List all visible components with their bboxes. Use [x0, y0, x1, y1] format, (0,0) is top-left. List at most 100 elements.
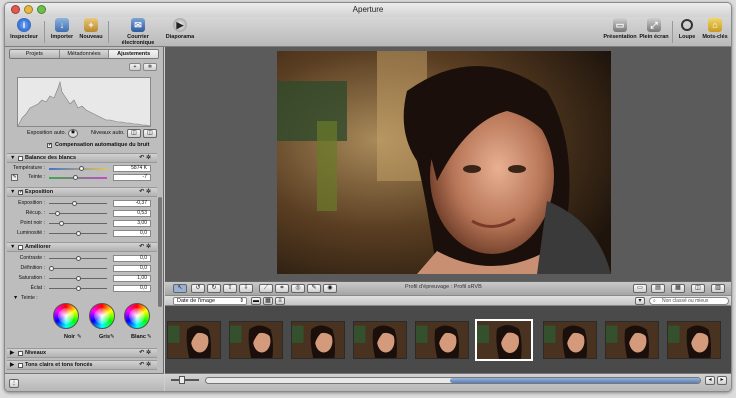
auto-levels-rgb-button[interactable]: ◫	[143, 129, 157, 138]
red-eye-icon[interactable]: ◉	[323, 284, 337, 293]
spot-patch-icon[interactable]: ◎	[291, 284, 305, 293]
search-field[interactable]: ⌕ Non classé ou mieux	[649, 297, 729, 305]
levels-section[interactable]: ▶ Niveaux ↶ ✲	[7, 348, 157, 358]
shadows-checkbox[interactable]	[18, 363, 23, 368]
filmstrip-thumbnail[interactable]	[415, 321, 469, 359]
brush-icon[interactable]: ✎	[307, 284, 321, 293]
slideshow-button[interactable]: ▶ Diaporama	[165, 18, 195, 40]
black-point-knob[interactable]	[58, 221, 64, 226]
tint-field[interactable]: -7	[113, 174, 151, 181]
zoom-window-button[interactable]	[37, 5, 46, 14]
filmstrip-thumbnail[interactable]	[543, 321, 597, 359]
scroll-left-icon[interactable]: ◂	[705, 376, 715, 385]
resize-handle[interactable]: ⋮	[9, 379, 19, 388]
exposure-section[interactable]: ▼ ✓ Exposition ↶ ✲	[7, 187, 157, 197]
saturation-field[interactable]: 1,00	[113, 275, 151, 282]
filter-icon[interactable]: ▾	[635, 297, 645, 305]
add-adjustment-button[interactable]: +	[129, 63, 141, 71]
auto-levels-luminance-button[interactable]: ◫	[127, 129, 141, 138]
filmstrip-thumbnail[interactable]	[229, 321, 283, 359]
disclosure-triangle-icon[interactable]: ▼	[10, 154, 15, 163]
stamp-tool-icon[interactable]: ⇩	[239, 284, 253, 293]
exposure-knob[interactable]	[71, 201, 77, 206]
definition-slider[interactable]	[49, 268, 107, 269]
exposure-field[interactable]: -0,37	[113, 200, 151, 207]
vibrancy-field[interactable]: 0,0	[113, 285, 151, 292]
browser-only-icon[interactable]: ▥	[711, 284, 725, 293]
enhance-section[interactable]: ▼ Améliorer ↶ ✲	[7, 242, 157, 252]
lift-tool-icon[interactable]: ⇧	[223, 284, 237, 293]
black-point-slider[interactable]	[49, 223, 107, 224]
inspector-scrollbar[interactable]	[158, 197, 162, 307]
filmstrip-thumbnail[interactable]	[667, 321, 721, 359]
shadows-section[interactable]: ▶ Tons clairs et tons foncés ↶ ✲	[7, 360, 157, 370]
filmstrip-view-icon[interactable]: ▬	[251, 297, 261, 305]
levels-checkbox[interactable]	[18, 351, 23, 356]
list-view-icon[interactable]: ≡	[275, 297, 285, 305]
keywords-button[interactable]: ⌂ Mots-clés	[699, 18, 731, 40]
rotate-left-icon[interactable]: ↺	[191, 284, 205, 293]
reset-gear-icon[interactable]: ↶ ✲	[139, 243, 151, 252]
black-point-field[interactable]: 3,00	[113, 220, 151, 227]
enhance-checkbox[interactable]	[18, 245, 23, 250]
noise-compensation-row[interactable]: ✓ Compensation automatique du bruit	[7, 141, 157, 150]
sort-popup[interactable]: Date de l'image ⇕	[173, 297, 247, 305]
gray-tint-wheel[interactable]	[89, 303, 115, 329]
inspector-button[interactable]: i Inspecteur	[7, 18, 41, 40]
new-button[interactable]: + Nouveau	[76, 18, 106, 40]
auto-exposure-button[interactable]: ✸	[68, 129, 78, 138]
tints-disclosure[interactable]: ▼	[13, 294, 18, 303]
grid-view-icon[interactable]: ▦	[263, 297, 273, 305]
secondary-viewer-icon[interactable]: ▤	[651, 284, 665, 293]
crop-icon[interactable]: ⌗	[275, 284, 289, 293]
recovery-field[interactable]: 0,53	[113, 210, 151, 217]
noise-compensation-checkbox[interactable]: ✓	[47, 143, 52, 148]
email-button[interactable]: ✉ Courrier électronique	[111, 18, 165, 46]
filmstrip-scrollbar[interactable]	[205, 377, 701, 384]
recovery-knob[interactable]	[55, 211, 61, 216]
thumbnail-size-slider[interactable]	[171, 379, 199, 381]
reset-gear-icon[interactable]: ↶ ✲	[139, 349, 151, 358]
filmstrip-thumbnail[interactable]	[605, 321, 659, 359]
disclosure-triangle-icon[interactable]: ▶	[10, 361, 14, 370]
scroll-right-icon[interactable]: ▸	[717, 376, 727, 385]
eyedropper-icon[interactable]: ✎	[110, 333, 115, 342]
reset-gear-icon[interactable]: ↶ ✲	[139, 361, 151, 370]
definition-field[interactable]: 0,0	[113, 265, 151, 272]
brightness-knob[interactable]	[76, 231, 81, 236]
white-tint-wheel[interactable]	[124, 303, 150, 329]
filmstrip-thumbnail[interactable]	[167, 321, 221, 359]
loupe-button[interactable]: Loupe	[675, 18, 699, 40]
disclosure-triangle-icon[interactable]: ▶	[10, 349, 14, 358]
temperature-field[interactable]: 5874 K	[113, 165, 151, 172]
scrollbar-thumb[interactable]	[450, 378, 700, 383]
black-tint-wheel[interactable]	[53, 303, 79, 329]
contrast-field[interactable]: 0,0	[113, 255, 151, 262]
vibrancy-knob[interactable]	[76, 286, 81, 291]
show-viewer-icon[interactable]: ▭	[633, 284, 647, 293]
disclosure-triangle-icon[interactable]: ▼	[10, 188, 15, 197]
select-tool-icon[interactable]: ↖	[173, 284, 187, 293]
white-balance-section[interactable]: ▼ Balance des blancs ↶ ✲	[7, 153, 157, 163]
filmstrip-thumbnail[interactable]	[475, 319, 533, 361]
saturation-knob[interactable]	[76, 276, 81, 281]
tab-projects[interactable]: Projets	[10, 50, 60, 58]
fullscreen-button[interactable]: ⤢ Plein écran	[639, 18, 669, 40]
exposure-slider[interactable]	[49, 203, 107, 204]
exposure-checkbox[interactable]: ✓	[18, 190, 23, 195]
rotate-right-icon[interactable]: ↻	[207, 284, 221, 293]
white-balance-checkbox[interactable]	[18, 156, 23, 161]
filmstrip-thumbnail[interactable]	[353, 321, 407, 359]
reset-gear-icon[interactable]: ↶ ✲	[139, 188, 151, 197]
reset-gear-icon[interactable]: ↶ ✲	[139, 154, 151, 163]
filmstrip-thumbnail[interactable]	[291, 321, 345, 359]
eyedropper-icon[interactable]: ✎	[77, 333, 82, 342]
tab-metadata[interactable]: Métadonnées	[59, 50, 110, 58]
straighten-icon[interactable]: ⟋	[259, 284, 273, 293]
action-gear-button[interactable]: ✲	[143, 63, 157, 71]
split-view-icon[interactable]: ◫	[691, 284, 705, 293]
tint-knob[interactable]	[73, 175, 79, 180]
close-window-button[interactable]	[11, 5, 20, 14]
presentation-button[interactable]: ▭ Présentation	[603, 18, 637, 40]
eyedropper-icon[interactable]: ✎	[11, 174, 18, 181]
